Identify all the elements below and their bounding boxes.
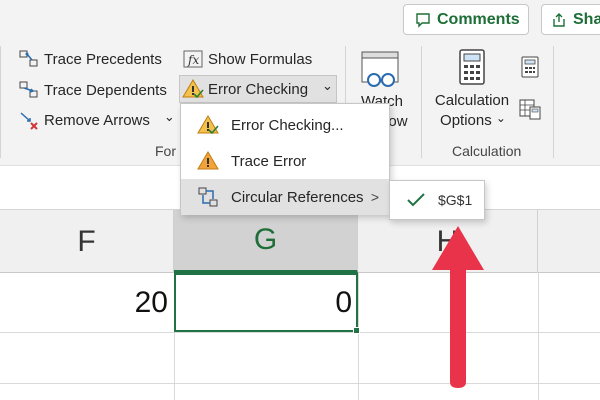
ribbon-separator	[421, 46, 422, 158]
calculation-options-caret: ⌄	[495, 111, 506, 125]
remove-arrows-caret[interactable]: ⌄	[164, 109, 175, 125]
menu-item-label: Trace Error	[231, 152, 307, 170]
column-header-g[interactable]: G	[174, 210, 358, 273]
watch-window-icon[interactable]	[360, 50, 402, 95]
column-gridline	[358, 273, 359, 400]
trace-precedents-button[interactable]: Trace Precedents	[18, 48, 162, 70]
remove-arrows-button[interactable]: Remove Arrows ⌄	[18, 109, 175, 131]
calculation-group-label: Calculation	[452, 143, 522, 159]
circular-references-submenu: $G$1	[389, 180, 485, 220]
trace-dependents-icon	[18, 79, 40, 101]
active-cell-border	[174, 273, 358, 332]
row-gridline	[0, 332, 600, 333]
trace-precedents-label: Trace Precedents	[44, 50, 162, 68]
error-checking-label: Error Checking	[208, 80, 309, 98]
comments-button[interactable]: Comments	[403, 4, 529, 35]
error-checking-icon	[182, 78, 204, 100]
menu-item-error-checking[interactable]: Error Checking...	[181, 107, 389, 143]
comments-label: Comments	[437, 10, 520, 28]
column-gridline	[538, 273, 539, 400]
error-checking-button[interactable]: Error Checking ⌄	[182, 78, 333, 100]
ribbon-separator	[0, 46, 1, 158]
remove-arrows-label: Remove Arrows	[44, 111, 150, 129]
remove-arrows-icon	[18, 109, 40, 131]
calculate-sheet-icon[interactable]	[519, 98, 541, 125]
row-gridline	[0, 383, 600, 384]
fill-handle[interactable]	[353, 327, 360, 334]
menu-item-circular-references[interactable]: Circular References >	[181, 179, 389, 215]
show-formulas-icon: fx	[182, 48, 204, 70]
submenu-arrow-icon: >	[370, 189, 379, 205]
error-checking-menu: Error Checking... Trace Error Circular R…	[180, 103, 390, 215]
calculation-options-label-line2: Options	[440, 112, 492, 129]
warning-check-icon	[197, 114, 219, 136]
calculate-now-icon[interactable]	[521, 56, 539, 83]
column-header-next[interactable]	[538, 210, 600, 273]
comment-icon	[416, 12, 430, 28]
menu-item-label: Error Checking...	[231, 116, 344, 134]
calculator-icon[interactable]	[458, 48, 486, 91]
calculation-options-button[interactable]: Options ⌄	[437, 111, 509, 131]
checkmark-icon	[406, 192, 426, 208]
trace-dependents-button[interactable]: Trace Dependents	[18, 79, 167, 101]
warning-icon	[197, 150, 219, 172]
share-label: Sha	[573, 10, 600, 28]
menu-item-trace-error[interactable]: Trace Error	[181, 143, 389, 179]
top-action-bar: Comments Sha	[0, 0, 600, 40]
show-formulas-button[interactable]: fx Show Formulas	[182, 48, 312, 70]
circular-reference-icon	[197, 186, 219, 208]
error-checking-caret[interactable]: ⌄	[322, 78, 333, 94]
formula-auditing-group-label: For	[155, 143, 176, 159]
trace-dependents-label: Trace Dependents	[44, 81, 167, 99]
red-arrow-annotation	[432, 226, 484, 388]
submenu-item-g1[interactable]: $G$1	[392, 183, 482, 217]
ribbon-separator	[553, 46, 554, 158]
column-headers: F G H	[0, 210, 600, 273]
cell-f1[interactable]: 20	[0, 273, 174, 332]
svg-text:fx: fx	[187, 53, 199, 67]
submenu-item-label: $G$1	[438, 192, 473, 208]
show-formulas-label: Show Formulas	[208, 50, 313, 68]
column-header-f[interactable]: F	[0, 210, 174, 273]
menu-item-label: Circular References	[231, 188, 364, 206]
trace-precedents-icon	[18, 48, 40, 70]
calculation-options-label-line1[interactable]: Calculation	[431, 91, 513, 111]
share-button[interactable]: Sha	[541, 4, 600, 35]
share-icon	[553, 12, 565, 27]
